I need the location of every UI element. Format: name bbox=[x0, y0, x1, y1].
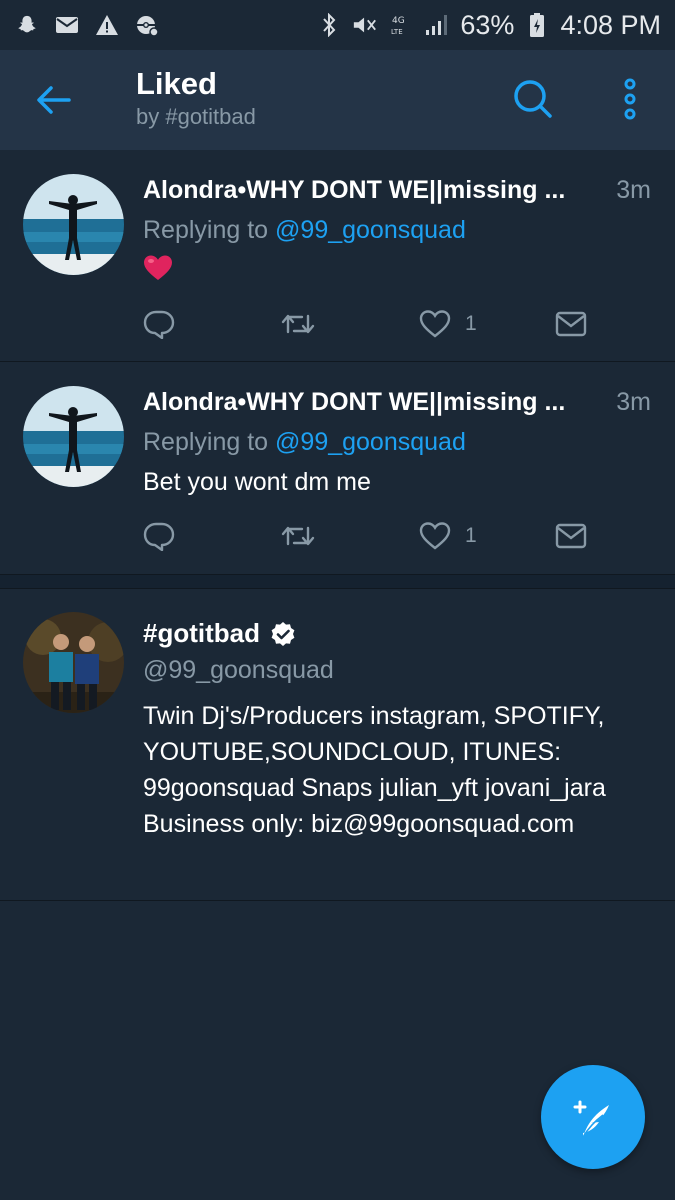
tweet-actions: 1 bbox=[143, 304, 603, 344]
page-title: Liked bbox=[136, 66, 217, 101]
profile-avatar[interactable] bbox=[23, 612, 124, 713]
reply-prefix: Replying to bbox=[143, 428, 276, 456]
tweet-author-name[interactable]: Alondra•WHY DONT WE||missing ... bbox=[143, 176, 605, 205]
tweet-reply-context: Replying to @99_goonsquad bbox=[143, 428, 466, 457]
snapchat-icon bbox=[14, 12, 40, 38]
pokemon-icon bbox=[134, 12, 160, 38]
tweet-reply-context: Replying to @99_goonsquad bbox=[143, 216, 466, 245]
reply-icon bbox=[143, 522, 175, 551]
reply-button[interactable] bbox=[143, 304, 175, 344]
reply-button[interactable] bbox=[143, 516, 175, 556]
tweet-item[interactable]: Alondra•WHY DONT WE||missing ... 3m Repl… bbox=[0, 150, 675, 362]
tweet-author-name[interactable]: Alondra•WHY DONT WE||missing ... bbox=[143, 388, 605, 417]
retweet-icon bbox=[281, 526, 315, 546]
header-titles: Liked by #gotitbad bbox=[136, 66, 256, 132]
svg-text:LTE: LTE bbox=[391, 28, 403, 36]
status-bar: 4G LTE 63% 4:08 PM bbox=[0, 0, 675, 50]
tweet-timestamp: 3m bbox=[616, 388, 651, 416]
like-button[interactable]: 1 bbox=[419, 304, 477, 344]
search-button[interactable] bbox=[510, 76, 556, 122]
profile-bio: Twin Dj's/Producers instagram, SPOTIFY, … bbox=[143, 702, 606, 838]
envelope-icon bbox=[555, 523, 587, 549]
direct-message-button[interactable] bbox=[555, 516, 587, 556]
page-subtitle: by #gotitbad bbox=[136, 104, 256, 129]
signal-icon bbox=[424, 12, 450, 38]
bluetooth-icon bbox=[316, 12, 342, 38]
mail-icon bbox=[54, 12, 80, 38]
tweet-body: Bet you wont dm me bbox=[143, 468, 371, 496]
verified-badge-icon bbox=[271, 621, 295, 646]
tweet-item[interactable]: Alondra•WHY DONT WE||missing ... 3m Repl… bbox=[0, 362, 675, 575]
section-divider bbox=[0, 575, 675, 589]
avatar[interactable] bbox=[23, 174, 124, 275]
app-bar: Liked by #gotitbad bbox=[0, 50, 675, 150]
svg-text:4G: 4G bbox=[392, 16, 405, 26]
search-icon bbox=[514, 80, 552, 118]
tweet-actions: 1 bbox=[143, 516, 603, 556]
battery-icon bbox=[524, 12, 550, 38]
back-button[interactable] bbox=[30, 77, 76, 123]
heart-outline-icon bbox=[419, 522, 451, 550]
avatar-photo-ocean bbox=[23, 386, 124, 487]
like-count: 1 bbox=[465, 312, 477, 335]
clock: 4:08 PM bbox=[560, 9, 661, 40]
like-button[interactable]: 1 bbox=[419, 516, 477, 556]
reply-prefix: Replying to bbox=[143, 216, 276, 244]
reply-icon bbox=[143, 310, 175, 339]
like-count: 1 bbox=[465, 524, 477, 547]
network-icon: 4G LTE bbox=[388, 12, 414, 38]
direct-message-button[interactable] bbox=[555, 304, 587, 344]
tweet-timestamp: 3m bbox=[616, 176, 651, 204]
more-vertical-icon bbox=[624, 78, 636, 120]
red-heart-emoji-icon bbox=[144, 255, 172, 280]
battery-percent: 63% bbox=[460, 9, 515, 40]
compose-quill-icon bbox=[573, 1100, 609, 1138]
avatar[interactable] bbox=[23, 386, 124, 487]
envelope-icon bbox=[555, 311, 587, 337]
profile-display-name: #gotitbad bbox=[143, 618, 260, 648]
avatar-photo-two-people bbox=[23, 612, 124, 713]
retweet-button[interactable] bbox=[281, 516, 315, 556]
overflow-menu-button[interactable] bbox=[608, 74, 652, 124]
reply-handle-link[interactable]: @99_goonsquad bbox=[275, 428, 466, 456]
mute-icon bbox=[352, 12, 378, 38]
compose-tweet-button[interactable] bbox=[541, 1065, 645, 1169]
retweet-button[interactable] bbox=[281, 304, 315, 344]
avatar-photo-ocean bbox=[23, 174, 124, 275]
tweet-body bbox=[143, 254, 173, 289]
retweet-icon bbox=[281, 314, 315, 334]
profile-handle: @99_goonsquad bbox=[143, 656, 334, 684]
back-arrow-icon bbox=[37, 86, 71, 114]
heart-outline-icon bbox=[419, 310, 451, 338]
warning-icon bbox=[94, 12, 120, 38]
reply-handle-link[interactable]: @99_goonsquad bbox=[275, 216, 466, 244]
profile-name[interactable]: #gotitbad bbox=[143, 618, 296, 649]
profile-card[interactable]: #gotitbad @99_goonsquad Twin Dj's/Produc… bbox=[0, 590, 675, 901]
